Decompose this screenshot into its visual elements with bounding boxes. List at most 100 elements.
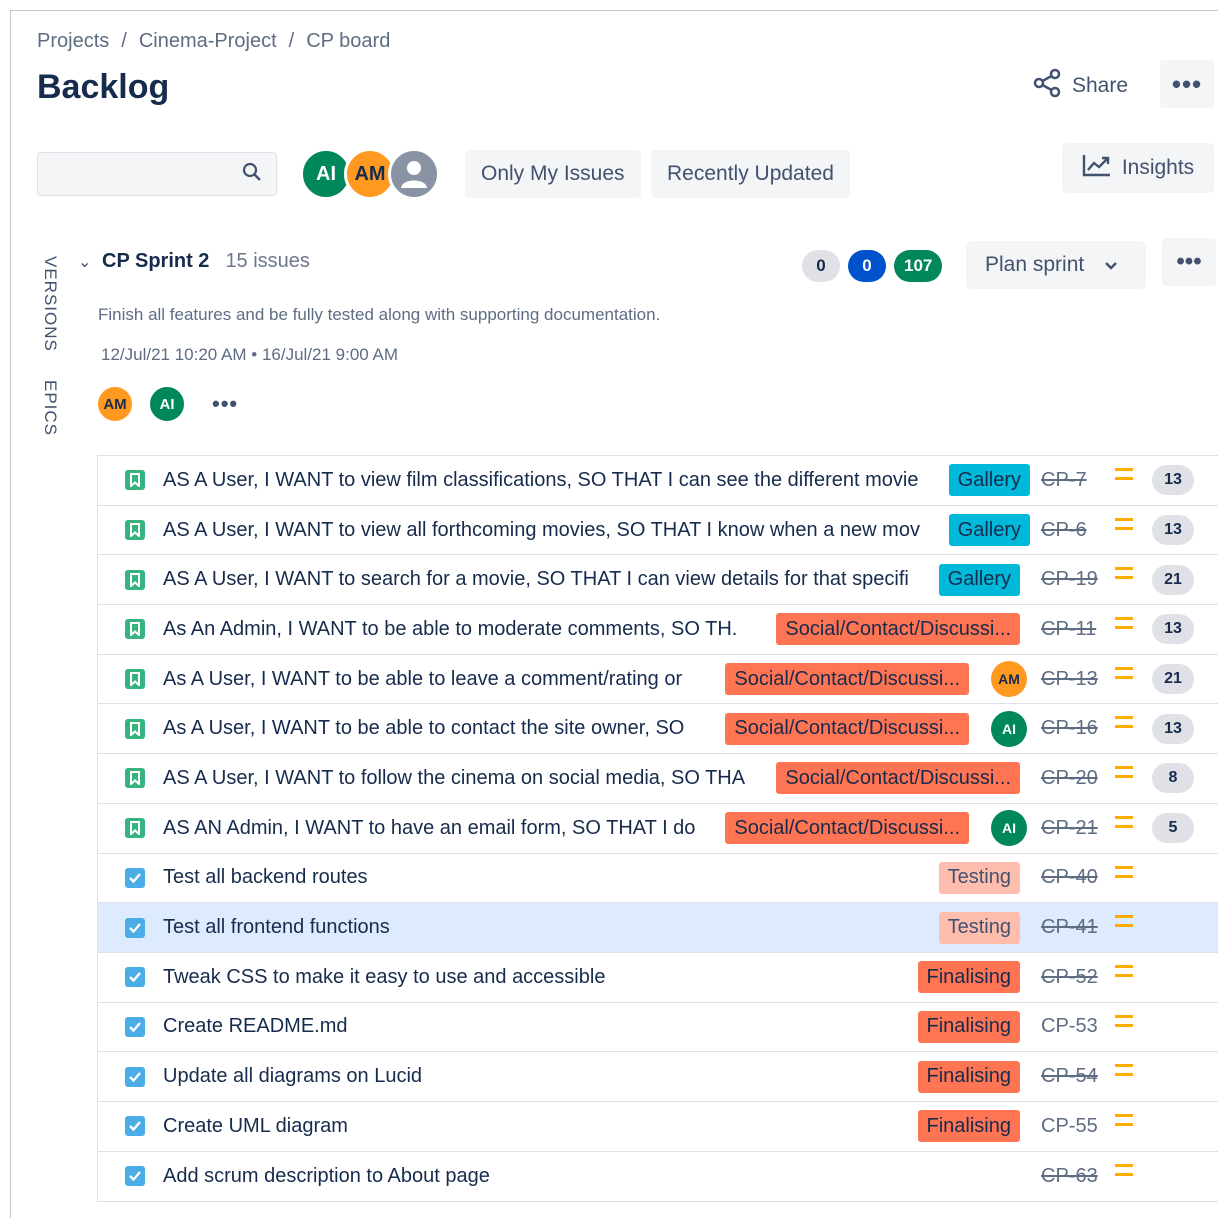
breadcrumb-project[interactable]: Cinema-Project	[139, 30, 277, 53]
issue-summary[interactable]: AS AN Admin, I WANT to have an email for…	[163, 817, 695, 840]
issue-key[interactable]: CP-21	[1041, 817, 1098, 840]
issue-key[interactable]: CP-41	[1041, 916, 1098, 939]
epic-label[interactable]: Social/Contact/Discussi...	[776, 762, 1020, 795]
issue-key[interactable]: CP-16	[1041, 717, 1098, 740]
breadcrumb-projects[interactable]: Projects	[37, 30, 109, 53]
issue-key[interactable]: CP-52	[1041, 966, 1098, 989]
issue-key[interactable]: CP-55	[1041, 1115, 1098, 1138]
issue-key[interactable]: CP-20	[1041, 767, 1098, 790]
sprint-more-button[interactable]: •••	[1162, 238, 1216, 286]
epic-label[interactable]: Finalising	[917, 1010, 1020, 1043]
issue-row[interactable]: Test all backend routes Testing CP-40	[98, 854, 1218, 904]
issue-key[interactable]: CP-40	[1041, 866, 1098, 889]
epic-label[interactable]: Gallery	[948, 464, 1030, 497]
epic-label[interactable]: Testing	[938, 911, 1020, 944]
medium-priority-icon	[1115, 666, 1133, 679]
issue-key[interactable]: CP-63	[1041, 1165, 1098, 1188]
recently-updated-button[interactable]: Recently Updated	[651, 150, 850, 198]
share-button[interactable]: Share	[1032, 66, 1128, 106]
issue-row[interactable]: As A User, I WANT to be able to contact …	[98, 704, 1218, 755]
sprint-description: Finish all features and be fully tested …	[98, 305, 661, 324]
issue-summary[interactable]: Create README.md	[163, 1015, 348, 1038]
epic-label[interactable]: Finalising	[917, 1110, 1020, 1143]
issue-row[interactable]: Add scrum description to About page CP-63	[98, 1152, 1218, 1202]
epic-label[interactable]: Finalising	[917, 961, 1020, 994]
search-input[interactable]	[48, 161, 228, 187]
assignee-avatar[interactable]: AI	[991, 810, 1027, 847]
issue-row[interactable]: Create UML diagram Finalising CP-55	[98, 1102, 1218, 1152]
issue-summary[interactable]: As A User, I WANT to be able to leave a …	[163, 668, 682, 691]
task-checkbox-icon	[125, 1116, 145, 1137]
issue-row[interactable]: AS A User, I WANT to follow the cinema o…	[98, 754, 1218, 804]
issue-row[interactable]: AS A User, I WANT to view all forthcomin…	[98, 506, 1218, 556]
issue-summary[interactable]: Add scrum description to About page	[163, 1165, 490, 1188]
story-points-badge: 21	[1152, 564, 1194, 595]
epic-label[interactable]: Social/Contact/Discussi...	[725, 812, 969, 845]
breadcrumb-separator: /	[288, 30, 295, 52]
side-tab-epics[interactable]: EPICS	[40, 380, 60, 436]
epic-label[interactable]: Gallery	[938, 563, 1020, 596]
issue-row[interactable]: Update all diagrams on Lucid Finalising CP…	[98, 1052, 1218, 1102]
issue-row[interactable]: Create README.md Finalising CP-53	[98, 1003, 1218, 1053]
more-people-icon[interactable]: •••	[212, 391, 238, 417]
issue-key[interactable]: CP-6	[1041, 519, 1087, 542]
assignee-avatar[interactable]: AI	[991, 710, 1027, 747]
issue-summary[interactable]: Create UML diagram	[163, 1115, 348, 1138]
task-checkbox-icon	[125, 967, 145, 988]
issue-key[interactable]: CP-53	[1041, 1015, 1098, 1038]
avatar-unassigned[interactable]	[388, 148, 440, 200]
issue-summary[interactable]: As A User, I WANT to be able to contact …	[163, 717, 684, 740]
issue-summary[interactable]: As An Admin, I WANT to be able to modera…	[163, 618, 737, 641]
issue-summary[interactable]: Update all diagrams on Lucid	[163, 1065, 422, 1088]
issue-row[interactable]: AS AN Admin, I WANT to have an email for…	[98, 804, 1218, 854]
issue-row[interactable]: As An Admin, I WANT to be able to modera…	[98, 605, 1218, 655]
search-box[interactable]	[37, 152, 277, 196]
issue-key[interactable]: CP-13	[1041, 668, 1098, 691]
issue-row[interactable]: As A User, I WANT to be able to leave a …	[98, 655, 1218, 705]
assignee-avatar[interactable]: AM	[991, 661, 1027, 698]
issue-row[interactable]: AS A User, I WANT to search for a movie,…	[98, 555, 1218, 606]
issue-summary[interactable]: AS A User, I WANT to search for a movie,…	[163, 568, 909, 591]
insights-icon	[1082, 153, 1112, 183]
breadcrumb-board[interactable]: CP board	[306, 30, 390, 53]
issue-summary[interactable]: Tweak CSS to make it easy to use and acc…	[163, 966, 605, 989]
story-points-badge: 13	[1152, 465, 1194, 496]
issue-key[interactable]: CP-19	[1041, 568, 1098, 591]
issue-row[interactable]: Test all frontend functions Testing CP-41	[98, 903, 1218, 953]
insights-button[interactable]: Insights	[1062, 143, 1214, 193]
epic-label[interactable]: Social/Contact/Discussi...	[725, 712, 969, 745]
chevron-down-icon[interactable]: ⌄	[78, 252, 92, 272]
issue-row[interactable]: AS A User, I WANT to view film classific…	[98, 456, 1218, 506]
avatar-ai[interactable]: AI	[148, 385, 186, 423]
issue-key[interactable]: CP-11	[1041, 618, 1096, 641]
issue-key[interactable]: CP-54	[1041, 1065, 1098, 1088]
epic-label[interactable]: Social/Contact/Discussi...	[725, 663, 969, 696]
story-icon	[125, 520, 145, 541]
medium-priority-icon	[1115, 1163, 1133, 1176]
insights-label: Insights	[1121, 156, 1195, 179]
epic-label[interactable]: Social/Contact/Discussi...	[776, 613, 1020, 646]
issue-summary[interactable]: AS A User, I WANT to follow the cinema o…	[163, 767, 745, 790]
only-my-issues-button[interactable]: Only My Issues	[465, 150, 641, 198]
issue-summary[interactable]: Test all backend routes	[163, 866, 368, 889]
issue-summary[interactable]: Test all frontend functions	[163, 916, 390, 939]
medium-priority-icon	[1115, 468, 1133, 480]
more-actions-button[interactable]: •••	[1160, 60, 1214, 108]
more-icon: •••	[1171, 68, 1203, 99]
medium-priority-icon	[1115, 964, 1133, 977]
story-icon	[125, 619, 145, 640]
plan-sprint-button[interactable]: Plan sprint	[966, 241, 1146, 289]
issue-list: AS A User, I WANT to view film classific…	[97, 455, 1218, 1203]
side-tab-versions[interactable]: VERSIONS	[40, 256, 60, 352]
epic-label[interactable]: Testing	[938, 861, 1020, 894]
issue-summary[interactable]: AS A User, I WANT to view film classific…	[163, 469, 918, 492]
epic-label[interactable]: Gallery	[948, 514, 1030, 547]
epic-label[interactable]: Finalising	[917, 1060, 1020, 1093]
medium-priority-icon	[1115, 1014, 1133, 1027]
issue-summary[interactable]: AS A User, I WANT to view all forthcomin…	[163, 519, 920, 542]
issue-key[interactable]: CP-7	[1041, 469, 1087, 492]
story-icon	[125, 470, 145, 491]
todo-points-badge: 0	[802, 250, 840, 282]
avatar-am[interactable]: AM	[96, 385, 134, 423]
issue-row[interactable]: Tweak CSS to make it easy to use and acc…	[98, 953, 1218, 1003]
